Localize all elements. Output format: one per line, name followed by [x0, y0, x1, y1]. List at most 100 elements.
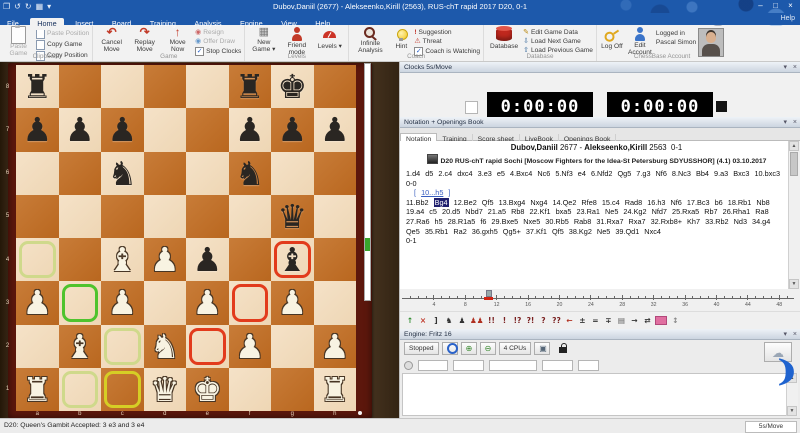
piece-white-bishop-b2[interactable]: ♝ [59, 325, 102, 368]
piece-black-pawn-b7[interactable]: ♟ [59, 108, 102, 151]
piece-white-pawn-h2[interactable]: ♟ [314, 325, 357, 368]
annotation-arrow-right-button[interactable]: → [628, 314, 640, 327]
square-d3[interactable] [144, 281, 187, 324]
friend-mode-button[interactable]: Friend mode [281, 26, 312, 53]
square-a5[interactable] [16, 195, 59, 238]
piece-black-knight-c6[interactable]: ♞ [101, 152, 144, 195]
pane-collapse-icon[interactable]: ▾ [783, 64, 787, 71]
square-d6[interactable] [144, 152, 187, 195]
annotation-pawn-structure-button[interactable]: ♟♟ [469, 314, 484, 327]
piece-black-knight-f6[interactable]: ♞ [229, 152, 272, 195]
tab-training[interactable]: Training [143, 18, 183, 30]
square-d7[interactable] [144, 108, 187, 151]
database-button[interactable]: Database [487, 26, 521, 53]
annotation-delete-button[interactable]: × [417, 314, 429, 327]
square-g1[interactable] [271, 368, 314, 411]
annotation-equal-button[interactable]: = [589, 314, 601, 327]
piece-black-king-g8[interactable]: ♚ [271, 65, 314, 108]
scroll-down-icon[interactable]: ▼ [789, 279, 799, 289]
square-h6[interactable] [314, 152, 357, 195]
qat-dropdown-icon[interactable]: ▾ [47, 0, 51, 13]
annotation-better-is-button[interactable]: ↑ [404, 314, 416, 327]
edit-game-data-button[interactable]: ✎ Edit Game Data [523, 29, 593, 37]
square-d8[interactable] [144, 65, 187, 108]
app-icon[interactable]: ❐ [3, 0, 10, 13]
piece-black-pawn-c7[interactable]: ♟ [101, 108, 144, 151]
tab-engine[interactable]: Engine [233, 18, 270, 30]
notation-scrollbar[interactable]: ▲ ▼ [788, 141, 800, 289]
square-e8[interactable] [186, 65, 229, 108]
square-h5[interactable] [314, 195, 357, 238]
piece-black-pawn-e4[interactable]: ♟ [186, 238, 229, 281]
square-e5[interactable] [186, 195, 229, 238]
piece-white-pawn-a3[interactable]: ♟ [16, 281, 59, 324]
piece-black-pawn-h7[interactable]: ♟ [314, 108, 357, 151]
suggestion-button[interactable]: ! Suggestion [414, 29, 480, 37]
square-c5[interactable] [101, 195, 144, 238]
minimize-button[interactable]: – [754, 1, 767, 11]
annotation-piece-button[interactable]: ♞ [443, 314, 455, 327]
annotation-dubious-button[interactable]: ?! [524, 314, 536, 327]
annotation-updown-button[interactable]: ↕ [669, 314, 681, 327]
piece-black-queen-g5[interactable]: ♛ [271, 195, 314, 238]
levels-button[interactable]: Levels ▾ [314, 26, 345, 53]
hint-button[interactable]: Hint [390, 26, 412, 53]
piece-white-pawn-d4[interactable]: ♟ [144, 238, 187, 281]
zoom-out-button[interactable]: ⊖ [480, 342, 496, 355]
piece-white-queen-d1[interactable]: ♛ [144, 368, 187, 411]
chess-board[interactable]: ♜♜♚♟♟♟♟♟♟♞♞♛♝♟♟♝♟♟♟♟♝♞♟♟♜♛♚♜ [16, 65, 356, 411]
copy-analysis-button[interactable]: ▣ [534, 342, 550, 355]
piece-white-pawn-e3[interactable]: ♟ [186, 281, 229, 324]
square-g6[interactable] [271, 152, 314, 195]
game-timeline-slider[interactable]: 4812162024283236404448 [400, 289, 800, 311]
variation-line[interactable]: [ 10...h5 ] [406, 188, 787, 198]
engine-field[interactable] [418, 360, 448, 371]
annotation-black-better-button[interactable]: ∓ [602, 314, 614, 327]
resize-grip-dot[interactable] [358, 411, 362, 415]
board-icon[interactable]: ▦ [36, 0, 44, 13]
piece-white-pawn-f2[interactable]: ♟ [229, 325, 272, 368]
annotation-mistake-button[interactable]: ? [537, 314, 549, 327]
engine-field[interactable] [489, 360, 537, 371]
engine-field[interactable] [453, 360, 484, 371]
close-button[interactable]: × [784, 1, 797, 11]
tab-view[interactable]: View [274, 18, 304, 30]
square-f4[interactable] [229, 238, 272, 281]
tab-help[interactable]: Help [308, 18, 337, 30]
paste-game-button[interactable]: Paste Game [3, 26, 34, 53]
pane-close-icon[interactable]: × [793, 119, 797, 126]
paste-position-button[interactable]: Paste Position [36, 29, 89, 39]
piece-black-rook-f8[interactable]: ♜ [229, 65, 272, 108]
square-f5[interactable] [229, 195, 272, 238]
engine-field[interactable] [578, 360, 599, 371]
lock-icon[interactable] [559, 347, 567, 353]
piece-white-rook-a1[interactable]: ♜ [16, 368, 59, 411]
square-a2[interactable] [16, 325, 59, 368]
piece-black-pawn-f7[interactable]: ♟ [229, 108, 272, 151]
square-a6[interactable] [16, 152, 59, 195]
engine-field[interactable] [542, 360, 573, 371]
cpus-button[interactable]: 4 CPUs [499, 342, 532, 355]
square-d5[interactable] [144, 195, 187, 238]
square-b8[interactable] [59, 65, 102, 108]
timeline-handle[interactable] [486, 290, 492, 297]
annotation-blunder-button[interactable]: ?? [550, 314, 562, 327]
redo-icon[interactable]: ↻ [25, 0, 32, 13]
undo-icon[interactable]: ↺ [14, 0, 21, 13]
tab-insert[interactable]: Insert [68, 18, 100, 30]
annotation-exchange-button[interactable]: ⇄ [641, 314, 653, 327]
piece-white-pawn-g3[interactable]: ♟ [271, 281, 314, 324]
resign-button[interactable]: ◉ Resign [195, 29, 241, 37]
current-move[interactable]: Bg4 [434, 198, 449, 207]
tab-analysis[interactable]: Analysis [187, 18, 228, 30]
log-off-button[interactable]: Log Off [600, 26, 624, 53]
engine-status-button[interactable]: Stopped [404, 342, 439, 355]
square-b4[interactable] [59, 238, 102, 281]
edit-account-button[interactable]: Edit Account [626, 26, 654, 53]
replay-move-button[interactable]: ↷ Replay Move [129, 26, 160, 53]
new-game-button[interactable]: ▦ New Game ▾ [248, 26, 279, 53]
zoom-in-button[interactable]: ⊕ [461, 342, 477, 355]
timeline-current-move-marker[interactable] [484, 297, 493, 300]
move-list[interactable]: 1.d4 d5 2.c4 dxc4 3.e3 e5 4.Bxc4 Nc6 5.N… [406, 169, 787, 246]
tab-file[interactable]: File [0, 18, 26, 30]
